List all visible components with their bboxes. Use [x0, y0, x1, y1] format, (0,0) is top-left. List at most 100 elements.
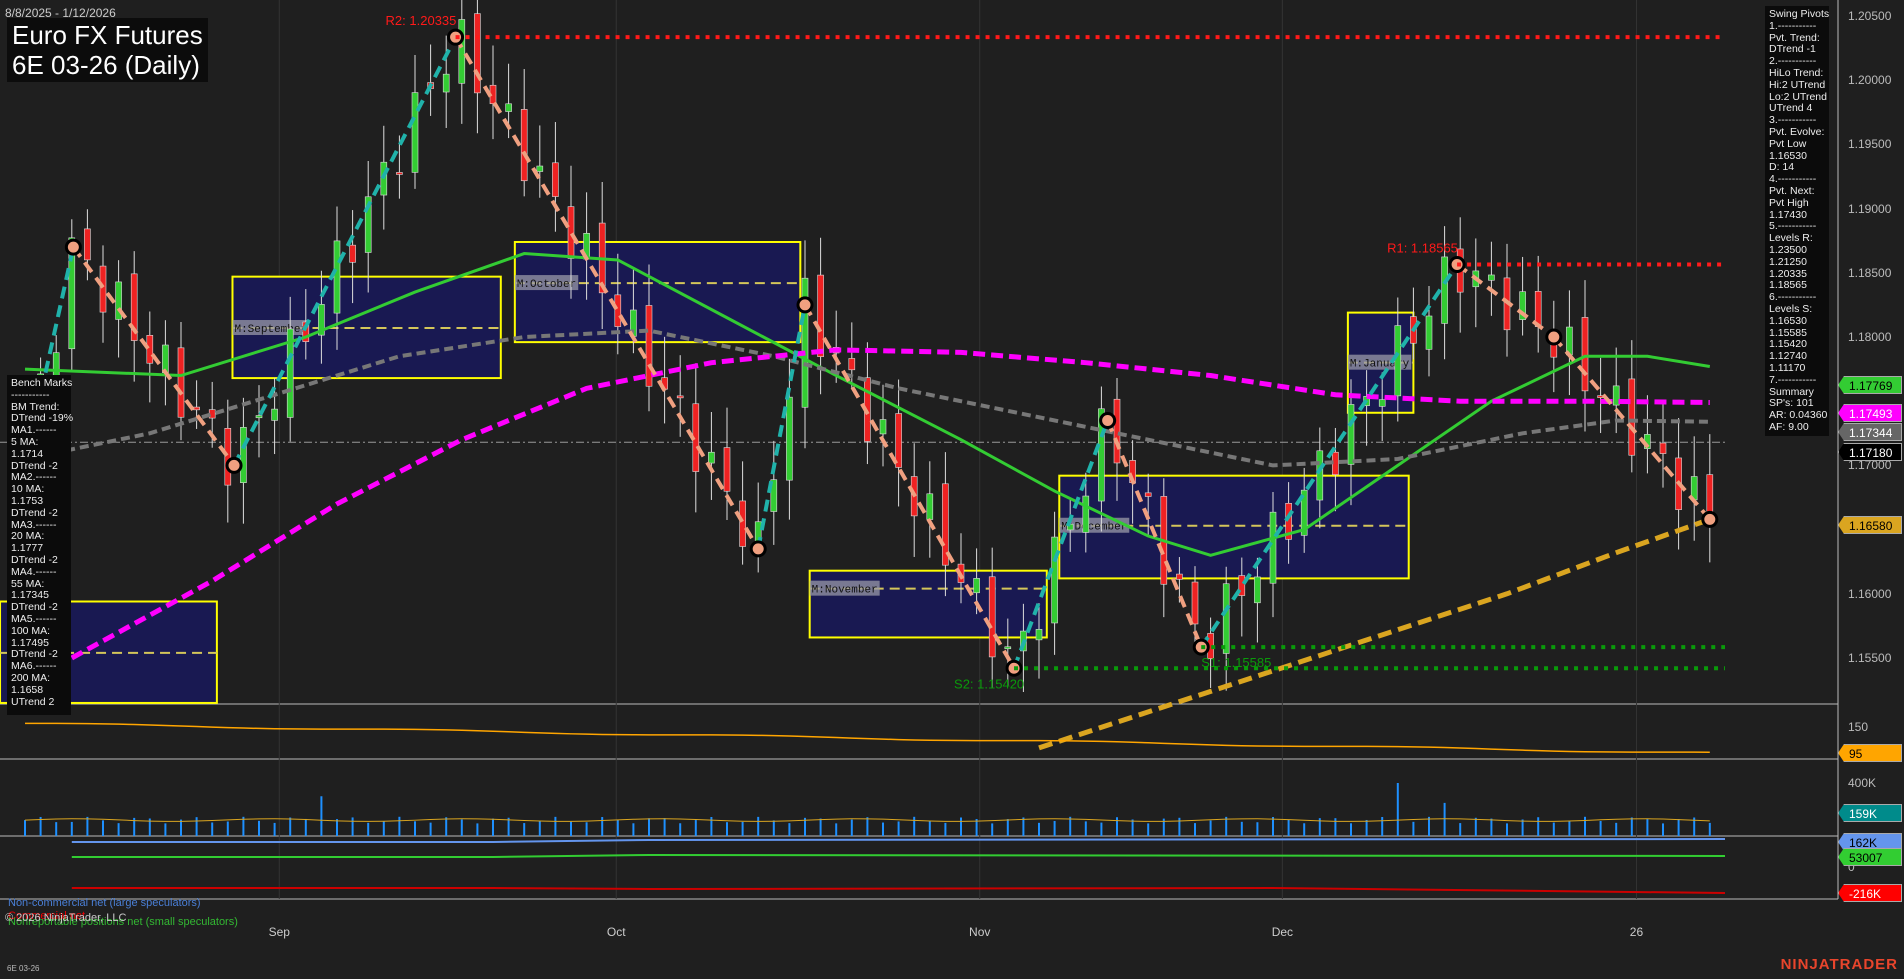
pivot-marker — [1701, 510, 1719, 528]
price-axis-label: 1.16000 — [1848, 586, 1892, 601]
price-tag: 95 — [1838, 744, 1902, 762]
level-label: R1: 1.18565 — [1387, 240, 1458, 255]
candle — [224, 428, 232, 486]
month-label: M:October — [517, 279, 576, 291]
candle — [411, 92, 419, 173]
candle — [926, 493, 934, 520]
pivot-marker — [796, 296, 814, 314]
price-axis-label: 1.18000 — [1848, 330, 1892, 344]
candle — [177, 347, 185, 418]
candle — [349, 244, 356, 263]
price-axis-label: 1.20500 — [1848, 9, 1892, 23]
price-tag: 1.16580 — [1838, 516, 1902, 534]
candle — [1269, 511, 1277, 584]
sub-axis-label: 400K — [1848, 776, 1877, 790]
price-tag: 1.17769 — [1838, 376, 1902, 394]
candle — [271, 408, 278, 421]
pivot-marker — [64, 238, 82, 256]
pivot-marker — [1545, 328, 1563, 346]
cot-nonreportable-line — [71, 853, 1726, 858]
candle — [146, 335, 154, 364]
candle — [1488, 274, 1495, 281]
cot-commercial-line — [71, 886, 1726, 894]
copyright: © 2026 NinjaTrader, LLC — [5, 912, 127, 924]
oscillator-line — [24, 722, 1710, 753]
candle — [240, 427, 247, 484]
cot-noncommercial-line — [71, 838, 1726, 843]
price-axis-label: 1.19000 — [1848, 201, 1892, 216]
candle — [739, 500, 746, 547]
candle — [973, 578, 980, 594]
month-label: M:November — [812, 585, 878, 597]
candle — [458, 19, 466, 84]
ninjatrader-logo: NINJATRADER — [1780, 956, 1898, 973]
sub-axis-label: 150 — [1848, 720, 1869, 734]
candle — [1581, 317, 1589, 392]
symbol-label: 6E 03-26 — [7, 964, 40, 973]
swing-leg — [232, 36, 458, 467]
time-axis-label: Oct — [606, 925, 626, 939]
candle — [786, 396, 793, 481]
contract-timeframe: 6E 03-26 (Daily) — [12, 50, 200, 80]
price-tag: 1.17493 — [1838, 404, 1902, 422]
level-label: R2: 1.20335 — [386, 13, 457, 28]
pivot-marker — [1099, 411, 1117, 429]
pivot-marker — [225, 456, 243, 474]
price-axis-label: 1.20000 — [1848, 73, 1892, 88]
candle — [552, 162, 559, 197]
candle — [988, 576, 996, 658]
level-label: S2: 1.15420 — [954, 676, 1024, 691]
price-tag: 159K — [1838, 804, 1902, 822]
candle — [1628, 378, 1636, 456]
price-axis-label: 1.18500 — [1848, 265, 1892, 280]
price-tag: 1.17344 — [1838, 423, 1902, 441]
price-tag: 1.17180 — [1838, 443, 1902, 461]
candle — [1394, 325, 1402, 397]
chart-title: Euro FX Futures 6E 03-26 (Daily) — [7, 18, 208, 82]
price-tag: -216K — [1838, 884, 1902, 902]
candle — [1144, 492, 1152, 497]
candle — [84, 228, 91, 261]
swing-pivots-panel: Swing Pivots 1.----------- Pvt. Trend: D… — [1765, 6, 1829, 436]
candle — [1113, 398, 1121, 464]
candle — [1176, 573, 1183, 580]
candle — [1035, 629, 1043, 641]
price-axis-label: 1.15500 — [1848, 651, 1892, 665]
price-tag: 53007 — [1838, 848, 1902, 866]
candle — [396, 172, 403, 175]
price-chart[interactable]: M:SeptemberM:OctoberM:NovemberM:December… — [0, 0, 1904, 979]
candle — [817, 274, 824, 357]
candle — [442, 73, 450, 93]
candle — [708, 451, 715, 464]
time-axis-label: Sep — [268, 925, 290, 939]
candle — [536, 165, 544, 172]
candle — [162, 344, 169, 373]
candle — [723, 447, 731, 492]
candle — [520, 109, 528, 182]
candle — [879, 419, 887, 435]
candle — [99, 265, 107, 313]
candle — [255, 415, 263, 419]
instrument-name: Euro FX Futures — [12, 20, 203, 50]
candle — [1004, 646, 1012, 650]
candle — [1659, 442, 1667, 454]
candle — [1082, 495, 1090, 533]
candle — [1425, 315, 1433, 350]
swing-leg — [1199, 263, 1459, 649]
month-label: M:September — [234, 324, 307, 336]
candle — [1316, 450, 1324, 501]
candle — [1191, 581, 1199, 625]
candle — [1441, 256, 1448, 324]
legend-noncommercial: Non-commercial net (large speculators) — [8, 897, 201, 909]
candle — [848, 358, 856, 371]
candle — [895, 413, 902, 468]
price-axis-label: 1.19500 — [1848, 137, 1892, 152]
candle — [1378, 399, 1386, 407]
time-axis-label: Nov — [969, 925, 991, 939]
candle — [676, 395, 684, 399]
candle — [333, 240, 341, 314]
bench-marks-panel: Bench Marks ----------- BM Trend: DTrend… — [7, 375, 73, 715]
candle — [1612, 385, 1620, 406]
candle — [1254, 576, 1261, 604]
candle — [614, 294, 622, 327]
